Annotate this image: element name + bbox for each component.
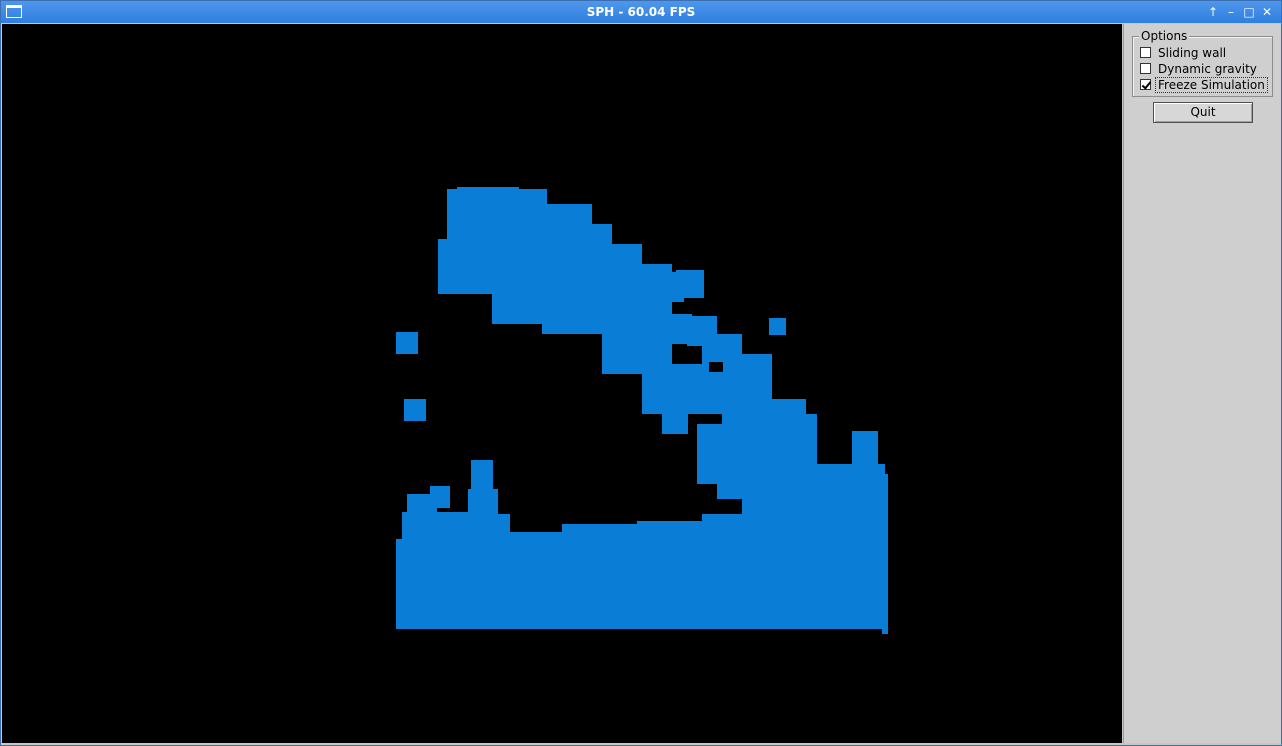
simulation-canvas[interactable]: [2, 24, 1122, 743]
sliding-wall-label[interactable]: Sliding wall: [1158, 46, 1226, 60]
app-window: SPH - 60.04 FPS ↑ – □ ✕ Options Sliding …: [0, 0, 1282, 746]
checkbox-unchecked-icon[interactable]: [1140, 47, 1151, 58]
title-bar[interactable]: SPH - 60.04 FPS ↑ – □ ✕: [1, 1, 1281, 23]
options-group: Options Sliding wall Dynamic gravity Fre…: [1132, 29, 1273, 97]
options-group-label: Options: [1139, 29, 1190, 43]
freeze-simulation-checkbox[interactable]: Freeze Simulation: [1140, 76, 1268, 93]
options-panel: Options Sliding wall Dynamic gravity Fre…: [1123, 24, 1281, 743]
window-title: SPH - 60.04 FPS: [586, 5, 696, 19]
quit-button[interactable]: Quit: [1153, 102, 1253, 123]
checkbox-unchecked-icon[interactable]: [1140, 63, 1151, 74]
fluid-particles: [396, 187, 888, 634]
sliding-wall-checkbox[interactable]: Sliding wall: [1140, 45, 1226, 60]
maximize-icon[interactable]: □: [1241, 4, 1257, 20]
minimize-icon[interactable]: –: [1223, 4, 1239, 20]
dynamic-gravity-checkbox[interactable]: Dynamic gravity: [1140, 61, 1257, 76]
freeze-simulation-label[interactable]: Freeze Simulation: [1155, 76, 1268, 93]
keep-above-icon[interactable]: ↑: [1205, 4, 1221, 20]
checkbox-checked-icon[interactable]: [1140, 79, 1151, 90]
close-icon[interactable]: ✕: [1259, 4, 1275, 20]
dynamic-gravity-label[interactable]: Dynamic gravity: [1158, 62, 1257, 76]
